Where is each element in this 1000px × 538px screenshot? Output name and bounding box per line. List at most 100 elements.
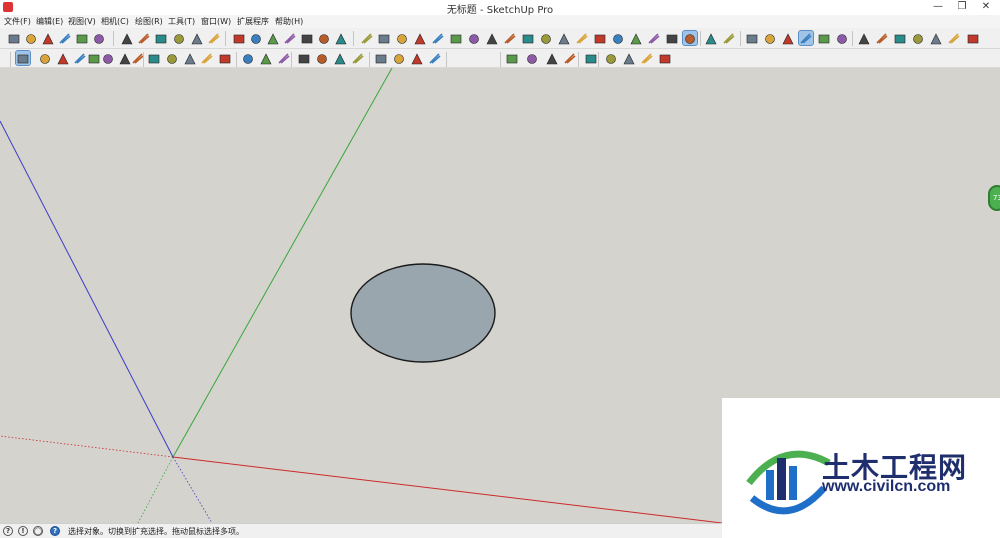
blocks-icon[interactable] <box>283 31 297 45</box>
cube-icon[interactable] <box>249 31 263 45</box>
smooth-icon[interactable] <box>563 51 577 65</box>
angle-icon[interactable] <box>485 31 499 45</box>
flip-edge-icon[interactable] <box>658 51 672 65</box>
text-label-icon[interactable] <box>259 51 273 65</box>
restore-button[interactable]: ❐ <box>950 0 974 14</box>
curve-icon[interactable] <box>395 31 409 45</box>
wire-icon[interactable] <box>682 30 698 46</box>
panel-icon[interactable] <box>722 31 736 45</box>
stairs-icon[interactable] <box>266 31 280 45</box>
ball-icon[interactable] <box>190 31 204 45</box>
box-icon[interactable] <box>503 31 517 45</box>
orbit-icon[interactable] <box>297 51 311 65</box>
sphere-icon[interactable] <box>120 31 134 45</box>
blue-ball-icon[interactable] <box>875 31 889 45</box>
globe-icon[interactable] <box>947 31 961 45</box>
tape-measure-icon[interactable] <box>241 51 255 65</box>
scale-icon[interactable] <box>200 51 214 65</box>
ruler-icon[interactable] <box>317 31 331 45</box>
drape-icon[interactable] <box>622 51 636 65</box>
layers-toggle-icon[interactable] <box>505 51 519 65</box>
stamp-icon[interactable] <box>604 51 618 65</box>
menu-view[interactable]: 视图(V) <box>68 16 96 27</box>
rotate-icon[interactable] <box>183 51 197 65</box>
user-icon[interactable]: ◯ <box>33 526 43 536</box>
cup-icon[interactable] <box>539 31 553 45</box>
arc-icon[interactable] <box>377 31 391 45</box>
components-icon[interactable] <box>392 51 406 65</box>
menu-draw[interactable]: 绘图(R) <box>135 16 163 27</box>
diamond-icon[interactable] <box>857 31 871 45</box>
menu-file[interactable]: 文件(F) <box>4 16 31 27</box>
menu-tools[interactable]: 工具(T) <box>168 16 195 27</box>
arc-tool-icon[interactable] <box>87 51 101 65</box>
drill-icon[interactable] <box>334 31 348 45</box>
cut-icon[interactable] <box>360 31 374 45</box>
materials-icon[interactable] <box>410 51 424 65</box>
style-icon[interactable] <box>817 31 831 45</box>
print-icon[interactable] <box>428 51 442 65</box>
zoom-extents-icon[interactable] <box>351 51 365 65</box>
menu-camera[interactable]: 相机(C) <box>101 16 129 27</box>
layers-icon[interactable] <box>575 31 589 45</box>
window-icon[interactable] <box>593 31 607 45</box>
gold-icon[interactable] <box>835 31 849 45</box>
paint-icon[interactable] <box>781 31 795 45</box>
chain-icon[interactable] <box>467 31 481 45</box>
rt-icon[interactable] <box>911 31 925 45</box>
menu-extensions[interactable]: 扩展程序 <box>237 16 269 27</box>
tag-icon[interactable] <box>665 31 679 45</box>
line-icon[interactable] <box>629 31 643 45</box>
pencil-line-icon[interactable] <box>56 51 70 65</box>
marker-icon[interactable] <box>207 31 221 45</box>
stack-icon[interactable] <box>611 31 625 45</box>
scenes-icon[interactable] <box>374 51 388 65</box>
add-detail-icon[interactable] <box>640 51 654 65</box>
render-icon[interactable] <box>704 31 718 45</box>
house-icon[interactable] <box>58 31 72 45</box>
solid-icon[interactable] <box>647 31 661 45</box>
grid-icon[interactable] <box>232 31 246 45</box>
freehand-icon[interactable] <box>584 51 598 65</box>
mesh-icon[interactable] <box>557 31 571 45</box>
sandbox-icon[interactable] <box>525 51 539 65</box>
offset-icon[interactable] <box>218 51 232 65</box>
flag-icon[interactable] <box>137 31 151 45</box>
zoom-icon[interactable] <box>333 51 347 65</box>
pan-icon[interactable] <box>315 51 329 65</box>
menu-edit[interactable]: 编辑(E) <box>36 16 63 27</box>
get-models-icon[interactable] <box>7 31 21 45</box>
home-icon[interactable] <box>41 31 55 45</box>
terrain-icon[interactable] <box>545 51 559 65</box>
side-panel-badge[interactable]: 73 <box>988 185 1000 211</box>
book-icon[interactable] <box>521 31 535 45</box>
br-icon[interactable] <box>929 31 943 45</box>
tools-icon[interactable] <box>966 31 980 45</box>
circle-face[interactable] <box>350 263 496 363</box>
3d-warehouse-icon[interactable] <box>24 31 38 45</box>
section-icon[interactable] <box>798 30 814 46</box>
r-icon[interactable] <box>893 31 907 45</box>
eraser-icon[interactable] <box>431 31 445 45</box>
info-icon[interactable]: ? <box>3 526 13 536</box>
menu-window[interactable]: 窗口(W) <box>201 16 231 27</box>
column-icon[interactable] <box>300 31 314 45</box>
dropdown-icon[interactable] <box>73 51 87 65</box>
help-icon[interactable]: ? <box>50 526 60 536</box>
push-pull-icon[interactable] <box>147 51 161 65</box>
face-icon[interactable] <box>763 31 777 45</box>
alert-icon[interactable]: ! <box>18 526 28 536</box>
pointer-icon[interactable] <box>154 31 168 45</box>
tent-icon[interactable] <box>75 31 89 45</box>
dome-icon[interactable] <box>172 31 186 45</box>
dropdown-icon[interactable] <box>101 51 115 65</box>
close-button[interactable]: ✕ <box>974 0 998 14</box>
minimize-button[interactable]: — <box>926 0 950 14</box>
roof-icon[interactable] <box>413 31 427 45</box>
menu-help[interactable]: 帮助(H) <box>275 16 303 27</box>
paint-bucket-icon[interactable] <box>277 51 291 65</box>
warehouse-icon[interactable] <box>92 31 106 45</box>
eraser-icon[interactable] <box>38 51 52 65</box>
pencil-icon[interactable] <box>449 31 463 45</box>
shape-tool-icon[interactable] <box>118 51 132 65</box>
